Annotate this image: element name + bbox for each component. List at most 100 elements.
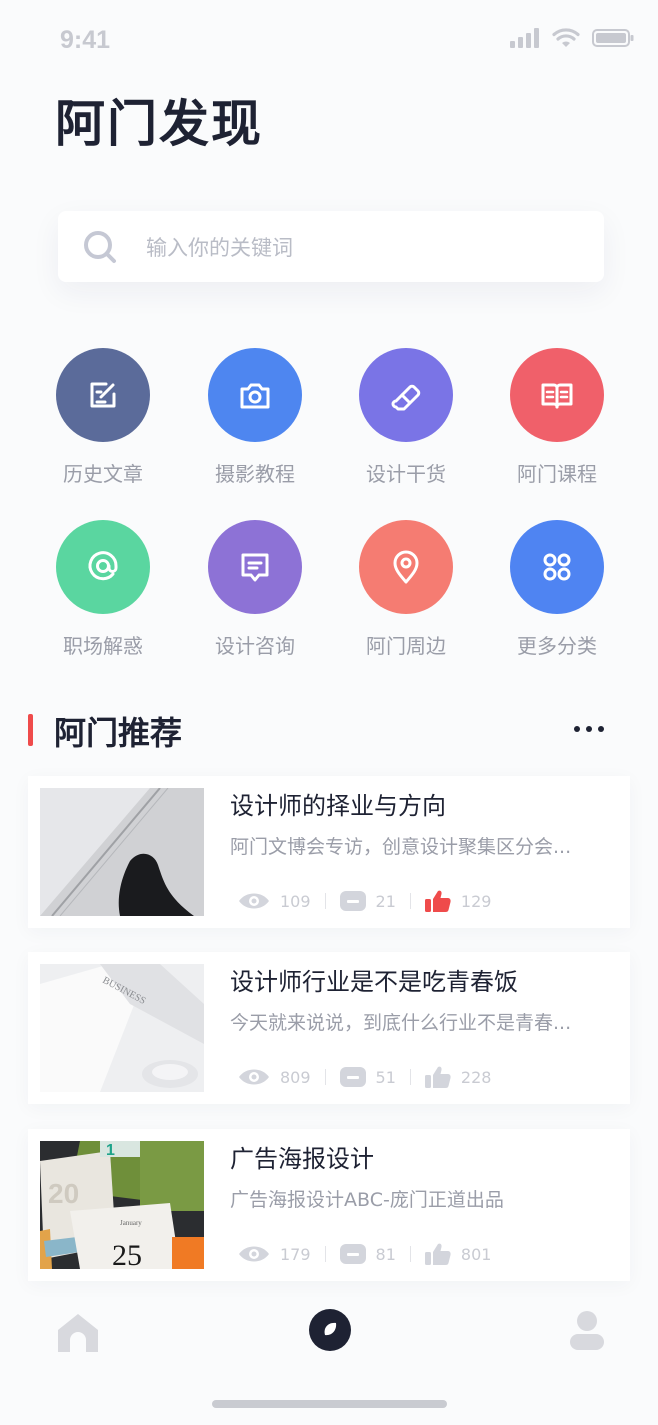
book-icon — [541, 383, 573, 409]
category-label: 摄影教程 — [215, 462, 295, 486]
section-title: 阿门推荐 — [54, 714, 183, 752]
thumbs-up-icon — [424, 890, 451, 912]
tab-home[interactable] — [56, 1312, 100, 1356]
more-options-button[interactable] — [574, 726, 604, 732]
recommend-section-header: 阿门推荐 — [28, 708, 618, 752]
thumbs-up-icon — [424, 1066, 451, 1088]
status-icons — [510, 28, 634, 48]
category-more[interactable]: 更多分类 — [482, 520, 632, 659]
category-label: 阿门课程 — [517, 462, 597, 486]
views-stat: 179 — [238, 1244, 311, 1264]
category-icon-circle — [359, 520, 453, 614]
category-icon-circle — [359, 348, 453, 442]
divider — [324, 1069, 326, 1085]
comment-icon — [339, 1244, 366, 1264]
article-title: 设计师行业是不是吃青春饭 — [230, 968, 518, 996]
article-thumbnail: 1 20 January 25 — [40, 1141, 204, 1269]
location-pin-icon — [393, 550, 419, 584]
category-icon-circle — [510, 348, 604, 442]
cellular-signal-icon — [510, 28, 539, 48]
comment-icon — [339, 1067, 366, 1087]
category-icon-circle — [208, 348, 302, 442]
likes-stat[interactable]: 228 — [424, 1066, 492, 1088]
category-label: 阿门周边 — [366, 634, 446, 658]
category-design-consulting[interactable]: 设计咨询 — [180, 520, 330, 659]
thumbnail-stack-number: 20 — [48, 1178, 79, 1209]
category-history-articles[interactable]: 历史文章 — [28, 348, 178, 487]
article-card[interactable]: 设计师的择业与方向 阿门文博会专访，创意设计聚集区分会... 109 21 12… — [28, 776, 630, 928]
comment-icon — [339, 891, 366, 911]
category-icon-circle — [510, 520, 604, 614]
category-design-tips[interactable]: 设计干货 — [331, 348, 481, 487]
home-indicator — [212, 1400, 447, 1408]
search-icon — [84, 230, 116, 263]
category-label: 历史文章 — [63, 462, 143, 486]
article-card[interactable]: BUSINESS 设计师行业是不是吃青春饭 今天就来说说，到底什么行业不是青春.… — [28, 952, 630, 1104]
thumbnail-month: January — [120, 1219, 142, 1227]
search-placeholder[interactable]: 输入你的关键词 — [146, 232, 293, 262]
eye-icon — [239, 893, 269, 909]
comments-count: 81 — [375, 1244, 396, 1264]
article-description: 广告海报设计ABC-庞门正道出品 — [230, 1189, 504, 1211]
at-icon — [88, 551, 118, 581]
category-label: 设计咨询 — [215, 634, 295, 658]
thumbnail-day: 25 — [112, 1239, 142, 1269]
profile-icon — [570, 1311, 604, 1350]
tab-discover[interactable] — [308, 1308, 352, 1356]
status-bar: 9:41 — [0, 0, 658, 80]
article-stats: 809 51 228 — [238, 1066, 491, 1088]
edit-doc-icon — [90, 382, 116, 408]
thumbnail-top-number: 1 — [106, 1142, 115, 1159]
views-count: 809 — [280, 1067, 311, 1087]
thumbs-up-icon — [424, 1243, 451, 1265]
dot-icon — [586, 726, 592, 732]
category-label: 职场解惑 — [63, 634, 143, 658]
comments-stat[interactable]: 21 — [339, 891, 396, 911]
battery-icon — [592, 29, 634, 47]
eye-icon — [239, 1069, 269, 1085]
likes-stat[interactable]: 129 — [424, 890, 491, 912]
article-stats: 109 21 129 — [238, 890, 491, 912]
views-stat: 809 — [238, 1067, 311, 1087]
article-description: 今天就来说说，到底什么行业不是青春... — [230, 1012, 572, 1034]
article-description: 阿门文博会专访，创意设计聚集区分会... — [230, 836, 572, 858]
comments-stat[interactable]: 81 — [339, 1244, 396, 1264]
section-accent-bar — [28, 714, 33, 746]
category-amen-courses[interactable]: 阿门课程 — [482, 348, 632, 487]
eraser-icon — [391, 384, 421, 411]
divider — [409, 1246, 411, 1262]
dot-icon — [598, 726, 604, 732]
category-amen-merch[interactable]: 阿门周边 — [331, 520, 481, 659]
likes-count: 801 — [460, 1244, 492, 1264]
category-career-advice[interactable]: 职场解惑 — [28, 520, 178, 659]
status-time: 9:41 — [60, 26, 111, 54]
divider — [324, 1246, 326, 1262]
article-thumbnail — [40, 788, 204, 916]
tab-profile[interactable] — [568, 1310, 606, 1356]
views-count: 109 — [280, 891, 311, 911]
category-label: 设计干货 — [366, 462, 446, 486]
views-count: 179 — [280, 1244, 311, 1264]
category-icon-circle — [56, 520, 150, 614]
likes-count: 228 — [460, 1067, 492, 1087]
category-photo-tutorials[interactable]: 摄影教程 — [180, 348, 330, 487]
article-card[interactable]: 1 20 January 25 广告海报设计 广告海报设计ABC-庞门正道出品 … — [28, 1129, 630, 1281]
divider — [409, 893, 411, 909]
comments-count: 21 — [375, 891, 396, 911]
category-label: 更多分类 — [517, 634, 597, 658]
comments-count: 51 — [375, 1067, 396, 1087]
home-icon — [58, 1314, 98, 1352]
article-thumbnail: BUSINESS — [40, 964, 204, 1092]
likes-stat[interactable]: 801 — [424, 1243, 492, 1265]
divider — [324, 893, 326, 909]
search-bar[interactable]: 输入你的关键词 — [58, 211, 604, 282]
category-icon-circle — [208, 520, 302, 614]
grid-apps-icon — [543, 553, 571, 581]
article-title: 广告海报设计 — [230, 1145, 374, 1173]
comments-stat[interactable]: 51 — [339, 1067, 396, 1087]
chat-icon — [241, 553, 269, 582]
wifi-icon — [552, 28, 580, 47]
article-stats: 179 81 801 — [238, 1243, 491, 1265]
article-title: 设计师的择业与方向 — [230, 792, 446, 820]
discover-icon — [309, 1309, 351, 1351]
